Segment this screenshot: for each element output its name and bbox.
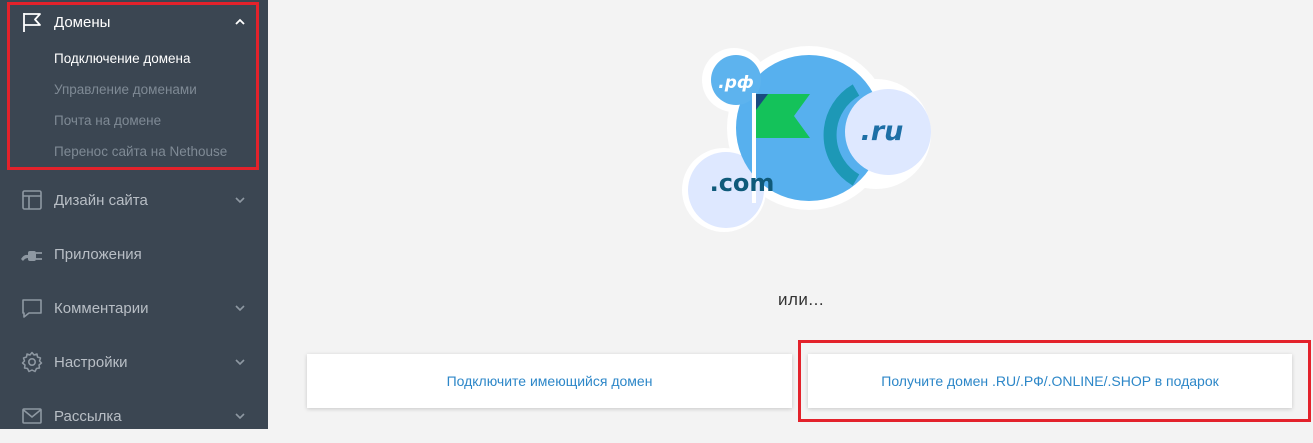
chevron-down-icon[interactable] <box>233 301 247 315</box>
chevron-down-icon[interactable] <box>233 193 247 207</box>
nav-section-domains: Домены <box>0 0 268 44</box>
nav-comments-header[interactable]: Комментарии <box>0 281 268 335</box>
nav-apps-label: Приложения <box>54 245 142 263</box>
sub-item-site-transfer[interactable]: Перенос сайта на Nethouse <box>54 144 227 159</box>
nav-domains-header[interactable]: Домены <box>0 0 268 44</box>
flag-icon <box>20 10 44 34</box>
nav-domains-label: Домены <box>54 13 111 31</box>
sub-item-domain-mail[interactable]: Почта на домене <box>54 113 161 128</box>
nav-settings-label: Настройки <box>54 353 128 371</box>
nav-design-header[interactable]: Дизайн сайта <box>0 173 268 227</box>
sub-item-connect-domain[interactable]: Подключение домена <box>54 51 191 66</box>
nav-section-comments: Комментарии <box>0 281 268 335</box>
nav-section-apps: Приложения <box>0 227 268 281</box>
domains-illustration: .рф .ru .com <box>676 40 946 240</box>
nav-mailing-label: Рассылка <box>54 407 122 425</box>
nav-settings-header[interactable]: Настройки <box>0 335 268 389</box>
gear-icon <box>20 350 44 374</box>
badge-com-label: .com <box>710 169 775 197</box>
get-gift-domain-button[interactable]: Получите домен .RU/.РФ/.ONLINE/.SHOP в п… <box>808 354 1292 408</box>
nav-section-settings: Настройки <box>0 335 268 389</box>
nav-design-label: Дизайн сайта <box>54 191 148 209</box>
chevron-up-icon[interactable] <box>233 15 247 29</box>
envelope-icon <box>20 404 44 428</box>
connect-existing-domain-label: Подключите имеющийся домен <box>446 373 653 389</box>
nav-comments-label: Комментарии <box>54 299 149 317</box>
sub-item-manage-domains[interactable]: Управление доменами <box>54 82 197 97</box>
badge-ru-label: .ru <box>861 116 904 147</box>
nav-apps-header[interactable]: Приложения <box>0 227 268 281</box>
nav-mailing-header[interactable]: Рассылка <box>0 389 268 443</box>
comment-icon <box>20 296 44 320</box>
nav-section-mailing: Рассылка <box>0 389 268 443</box>
badge-rf-label: .рф <box>718 73 754 93</box>
or-text: или... <box>778 290 825 309</box>
chevron-down-icon[interactable] <box>233 355 247 369</box>
plug-icon <box>20 242 44 266</box>
sidebar: Домены Подключение домена Управление дом… <box>0 0 268 429</box>
layout-icon <box>20 188 44 212</box>
get-gift-domain-label: Получите домен .RU/.РФ/.ONLINE/.SHOP в п… <box>881 373 1219 389</box>
nav-section-design: Дизайн сайта <box>0 173 268 227</box>
chevron-down-icon[interactable] <box>233 409 247 423</box>
connect-existing-domain-button[interactable]: Подключите имеющийся домен <box>307 354 792 408</box>
